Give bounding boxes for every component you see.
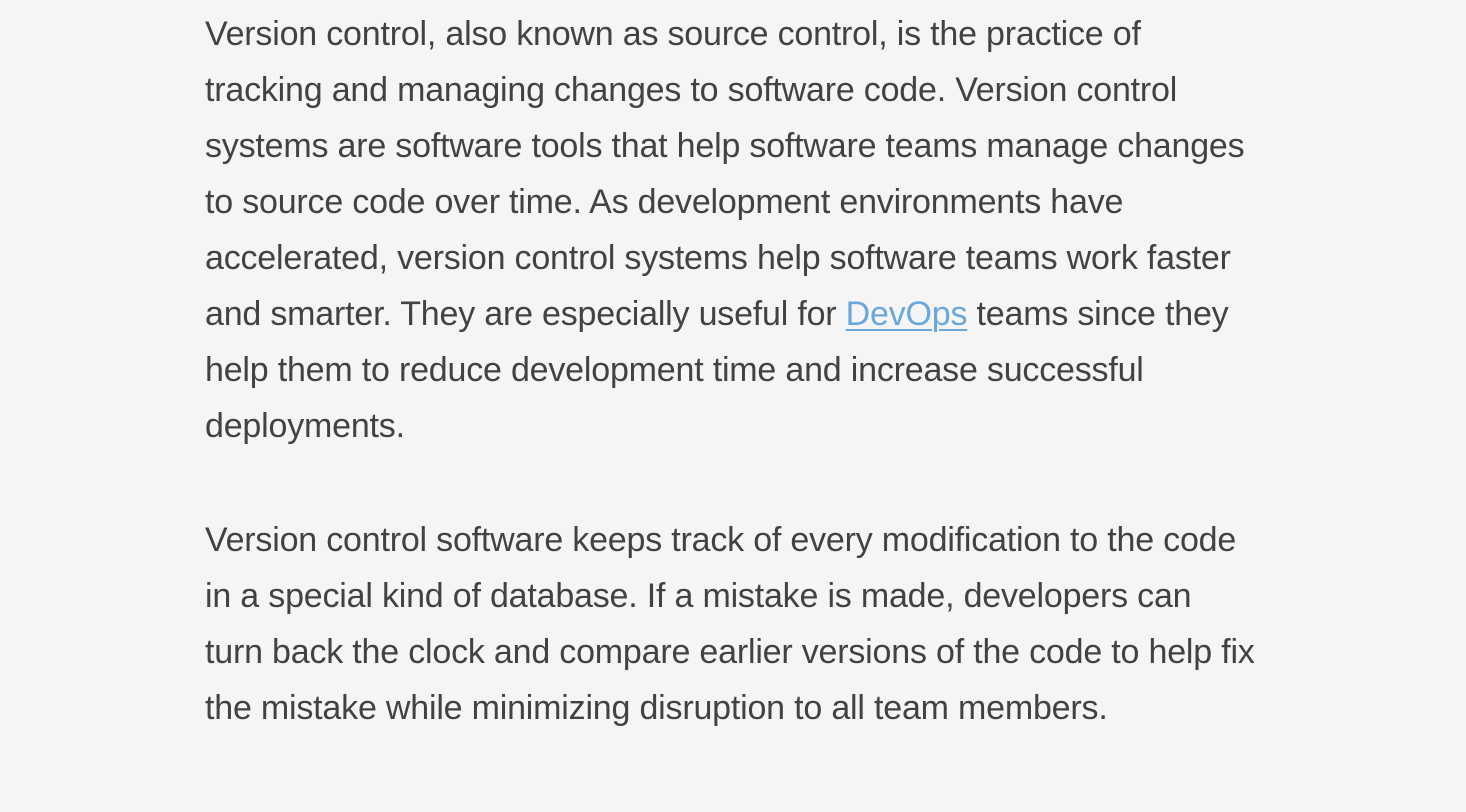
paragraph-1-text-before-link: Version control, also known as source co… [205, 15, 1245, 333]
paragraph-version-control-intro: Version control, also known as source co… [205, 6, 1255, 454]
devops-link[interactable]: DevOps [846, 295, 968, 333]
article-body: Version control, also known as source co… [205, 6, 1255, 736]
paragraph-version-control-tracking: Version control software keeps track of … [205, 521, 1255, 727]
